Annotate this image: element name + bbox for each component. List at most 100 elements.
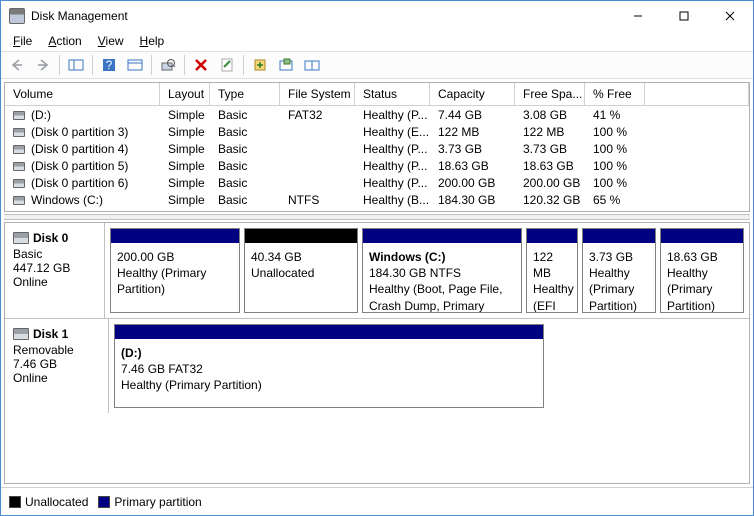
menu-file[interactable]: File (7, 32, 38, 50)
partition-size: 40.34 GB (251, 249, 351, 265)
volume-name: Windows (C:) (31, 193, 103, 207)
partition-name: Windows (C:) (369, 249, 515, 265)
legend-primary: Primary partition (98, 495, 201, 509)
disk-state: Online (13, 371, 100, 385)
partition-bar (661, 229, 743, 243)
disk-partitions: (D:)7.46 GB FAT32Healthy (Primary Partit… (109, 319, 749, 413)
cell-capacity: 122 MB (430, 124, 515, 140)
cell-type: Basic (210, 175, 280, 191)
cell-layout: Simple (160, 158, 210, 174)
table-row[interactable]: (Disk 0 partition 3)SimpleBasicHealthy (… (5, 123, 749, 140)
partition[interactable]: (D:)7.46 GB FAT32Healthy (Primary Partit… (114, 324, 544, 408)
splitter[interactable] (4, 214, 750, 220)
cell-fs (280, 165, 355, 167)
partition-status: Healthy (Primary Partition) (667, 265, 737, 312)
table-row[interactable]: (Disk 0 partition 5)SimpleBasicHealthy (… (5, 157, 749, 174)
col-free[interactable]: Free Spa... (515, 83, 585, 105)
partition[interactable]: 40.34 GBUnallocated (244, 228, 358, 313)
volume-list-body: (D:)SimpleBasicFAT32Healthy (P...7.44 GB… (5, 106, 749, 208)
col-spacer (645, 83, 749, 105)
menu-help[interactable]: Help (134, 32, 171, 50)
partition-status: Unallocated (251, 265, 351, 281)
cell-type: Basic (210, 124, 280, 140)
volume-name: (Disk 0 partition 6) (31, 176, 128, 190)
cell-status: Healthy (P... (355, 141, 430, 157)
volume-name: (Disk 0 partition 4) (31, 142, 128, 156)
settings-button[interactable] (123, 53, 147, 77)
cell-status: Healthy (E... (355, 124, 430, 140)
action-3-button[interactable] (300, 53, 324, 77)
disk-map: Disk 0Basic447.12 GBOnline200.00 GBHealt… (4, 222, 750, 484)
legend: Unallocated Primary partition (1, 487, 753, 515)
col-type[interactable]: Type (210, 83, 280, 105)
partition[interactable]: 3.73 GBHealthy (Primary Partition) (582, 228, 656, 313)
col-fs[interactable]: File System (280, 83, 355, 105)
table-row[interactable]: (Disk 0 partition 4)SimpleBasicHealthy (… (5, 140, 749, 157)
col-pctfree[interactable]: % Free (585, 83, 645, 105)
partition[interactable]: Windows (C:)184.30 GB NTFSHealthy (Boot,… (362, 228, 522, 313)
cell-capacity: 200.00 GB (430, 175, 515, 191)
partition-status: Healthy (Boot, Page File, Crash Dump, Pr… (369, 281, 515, 312)
cell-type: Basic (210, 158, 280, 174)
volume-list[interactable]: Volume Layout Type File System Status Ca… (4, 82, 750, 212)
disk-size: 447.12 GB (13, 261, 96, 275)
partition[interactable]: 200.00 GBHealthy (Primary Partition) (110, 228, 240, 313)
show-hide-console-tree-button[interactable] (64, 53, 88, 77)
minimize-button[interactable] (615, 1, 661, 31)
table-row[interactable]: Windows (C:)SimpleBasicNTFSHealthy (B...… (5, 191, 749, 208)
menu-view[interactable]: View (92, 32, 130, 50)
cell-free: 122 MB (515, 124, 585, 140)
maximize-button[interactable] (661, 1, 707, 31)
col-layout[interactable]: Layout (160, 83, 210, 105)
action-1-button[interactable] (248, 53, 272, 77)
help-button[interactable]: ? (97, 53, 121, 77)
action-2-button[interactable] (274, 53, 298, 77)
close-button[interactable] (707, 1, 753, 31)
cell-capacity: 184.30 GB (430, 192, 515, 208)
cell-status: Healthy (P... (355, 175, 430, 191)
partition-name: (D:) (121, 345, 537, 361)
properties-button[interactable] (215, 53, 239, 77)
partition-status: Healthy (Primary Partition) (117, 265, 233, 297)
back-button[interactable] (5, 53, 29, 77)
volume-name: (D:) (31, 108, 51, 122)
cell-free: 3.73 GB (515, 141, 585, 157)
cell-free: 18.63 GB (515, 158, 585, 174)
partition-size: 184.30 GB NTFS (369, 265, 515, 281)
partition-bar (363, 229, 521, 243)
cell-status: Healthy (P... (355, 158, 430, 174)
toolbar-separator (243, 55, 244, 75)
menu-action[interactable]: Action (42, 32, 87, 50)
cell-layout: Simple (160, 175, 210, 191)
legend-unallocated: Unallocated (9, 495, 88, 509)
table-row[interactable]: (Disk 0 partition 6) SimpleBasic Healthy (… (5, 174, 749, 191)
toolbar-separator (92, 55, 93, 75)
partition[interactable]: 18.63 GBHealthy (Primary Partition) (660, 228, 744, 313)
disk-info[interactable]: Disk 1Removable7.46 GBOnline (5, 319, 109, 413)
cell-pct: 100 % (585, 124, 645, 140)
cell-type: Basic (210, 107, 280, 123)
table-row[interactable]: (D:)SimpleBasicFAT32Healthy (P...7.44 GB… (5, 106, 749, 123)
partition[interactable]: 122 MBHealthy (EFI System Partition) (526, 228, 578, 313)
col-status[interactable]: Status (355, 83, 430, 105)
col-capacity[interactable]: Capacity (430, 83, 515, 105)
volume-icon (13, 128, 25, 137)
delete-button[interactable] (189, 53, 213, 77)
disk-size: 7.46 GB (13, 357, 100, 371)
cell-layout: Simple (160, 192, 210, 208)
cell-layout: Simple (160, 124, 210, 140)
col-volume[interactable]: Volume (5, 83, 160, 105)
app-icon (9, 8, 25, 24)
forward-button[interactable] (31, 53, 55, 77)
cell-status: Healthy (B... (355, 192, 430, 208)
partition-size: 3.73 GB (589, 249, 649, 265)
disk-name: Disk 1 (33, 327, 68, 341)
cell-capacity: 7.44 GB (430, 107, 515, 123)
volume-list-header: Volume Layout Type File System Status Ca… (5, 83, 749, 106)
disk-info[interactable]: Disk 0Basic447.12 GBOnline (5, 223, 105, 318)
cell-fs (280, 148, 355, 150)
refresh-button[interactable] (156, 53, 180, 77)
cell-layout: Simple (160, 107, 210, 123)
disk-icon (13, 232, 29, 244)
title-bar: Disk Management (1, 1, 753, 31)
